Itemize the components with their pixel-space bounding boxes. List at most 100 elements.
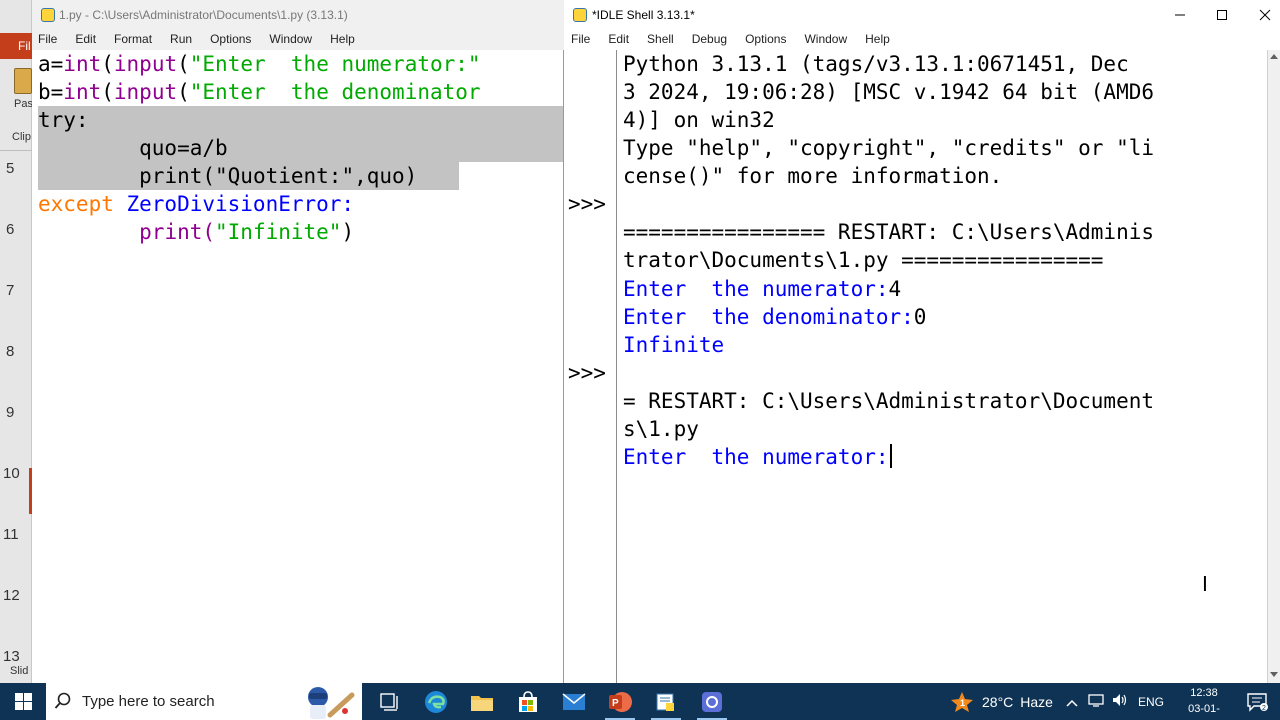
file-explorer-button[interactable]: [459, 683, 505, 720]
search-icon: [54, 692, 72, 714]
shell-line: Type "help", "copyright", "credits" or "…: [623, 136, 1155, 160]
menu-format[interactable]: Format: [114, 30, 152, 50]
editor-window: 1.py - C:\Users\Administrator\Documents\…: [32, 0, 564, 683]
code-line: quo=a/b: [38, 136, 228, 160]
mail-icon: [562, 692, 586, 710]
background-powerpoint-strip: Fil Pas Clip 5 6 7 8 9 10 11 12 13 Slid: [0, 0, 33, 683]
code-line: a=int(input("Enter the numerator:": [38, 52, 481, 76]
slide-number[interactable]: 10: [3, 465, 25, 482]
shell-line: 4)] on win32: [623, 108, 775, 132]
menu-edit[interactable]: Edit: [608, 30, 629, 50]
shell-output-line: Enter the denominator:0: [623, 305, 927, 329]
close-icon: [1259, 9, 1271, 21]
shell-prompt-gutter: >>> >>>: [565, 50, 617, 683]
scroll-up-icon[interactable]: [1270, 54, 1278, 59]
paste-icon[interactable]: [14, 68, 32, 94]
language-indicator[interactable]: ENG: [1138, 695, 1164, 709]
ribbon-divider: [0, 150, 32, 151]
edge-browser-button[interactable]: [413, 683, 459, 720]
slides-status-label: Slid: [10, 665, 29, 677]
taskbar: Type here to search P 1 28°C Haze ENG 12…: [0, 683, 1280, 720]
store-button[interactable]: [505, 683, 551, 720]
shell-output-area[interactable]: Python 3.13.1 (tags/v3.13.1:0671451, Dec…: [617, 50, 1267, 683]
menu-window[interactable]: Window: [269, 30, 312, 50]
clipboard-label: Clip: [12, 131, 31, 143]
shell-restart-line: s\1.py: [623, 417, 699, 441]
clock-time: 12:38: [1190, 687, 1218, 699]
slide-number[interactable]: 8: [6, 343, 28, 360]
shell-restart-line: = RESTART: C:\Users\Administrator\Docume…: [623, 389, 1155, 413]
slide-number[interactable]: 9: [6, 404, 28, 421]
python-idle-button[interactable]: [643, 683, 689, 720]
vertical-scrollbar[interactable]: [1267, 50, 1280, 683]
powerpoint-button[interactable]: P: [597, 683, 643, 720]
edge-icon: [425, 690, 447, 713]
slide-number[interactable]: 7: [6, 282, 28, 299]
menu-run[interactable]: Run: [170, 30, 192, 50]
system-tray: ENG: [1066, 683, 1164, 720]
weather-alert-icon: 1: [951, 691, 973, 712]
settings-app-button[interactable]: [689, 683, 735, 720]
python-idle-icon: [656, 693, 674, 711]
svg-text:2: 2: [1262, 705, 1266, 712]
menu-help[interactable]: Help: [865, 30, 890, 50]
cricket-player-icon: [300, 685, 356, 720]
weather-widget[interactable]: 1 28°C Haze: [950, 683, 1053, 720]
network-icon[interactable]: [1088, 692, 1104, 711]
shell-input-line[interactable]: Enter the numerator:: [623, 443, 892, 471]
search-placeholder: Type here to search: [82, 693, 215, 710]
menu-file[interactable]: File: [571, 30, 590, 50]
scroll-down-icon[interactable]: [1270, 672, 1278, 677]
weather-description: Haze: [1020, 693, 1053, 710]
slide-number[interactable]: 5: [6, 160, 28, 177]
svg-text:P: P: [612, 698, 619, 709]
menu-options[interactable]: Options: [210, 30, 251, 50]
shell-restart-line: trator\Documents\1.py ================: [623, 248, 1104, 272]
notification-icon: 2: [1247, 692, 1268, 712]
maximize-button[interactable]: [1200, 0, 1244, 30]
menu-window[interactable]: Window: [804, 30, 847, 50]
minimize-button[interactable]: [1158, 0, 1202, 30]
task-view-button[interactable]: [367, 683, 413, 720]
maximize-icon: [1217, 10, 1227, 20]
start-button[interactable]: [0, 683, 46, 720]
slide-number[interactable]: 12: [3, 587, 25, 604]
folder-icon: [471, 695, 493, 711]
close-button[interactable]: [1243, 0, 1280, 30]
powerpoint-icon: P: [609, 691, 632, 712]
taskbar-clock[interactable]: 12:38 03-01-2025: [1176, 685, 1232, 720]
code-line: b=int(input("Enter the denominator: [38, 80, 481, 104]
powerpoint-file-tab[interactable]: Fil: [0, 33, 32, 59]
slide-number[interactable]: 6: [6, 221, 28, 238]
shell-output-line: Infinite: [623, 333, 725, 357]
mail-button[interactable]: [551, 683, 597, 720]
menu-options[interactable]: Options: [745, 30, 786, 50]
menu-file[interactable]: File: [38, 30, 57, 50]
svg-text:1: 1: [960, 698, 965, 708]
editor-title: 1.py - C:\Users\Administrator\Documents\…: [59, 8, 348, 22]
editor-title-bar[interactable]: 1.py - C:\Users\Administrator\Documents\…: [32, 0, 564, 30]
menu-debug[interactable]: Debug: [692, 30, 727, 50]
menu-shell[interactable]: Shell: [647, 30, 674, 50]
paste-label: Pas: [14, 98, 33, 110]
shell-line: Python 3.13.1 (tags/v3.13.1:0671451, Dec: [623, 52, 1129, 76]
python-file-icon: [41, 8, 55, 22]
text-caret: [889, 444, 892, 468]
taskbar-search-box[interactable]: Type here to search: [46, 683, 362, 720]
menu-edit[interactable]: Edit: [75, 30, 96, 50]
task-view-icon: [380, 692, 398, 711]
shell-prompt: >>>: [568, 361, 606, 385]
volume-icon[interactable]: [1112, 692, 1128, 711]
shell-line: cense()" for more information.: [623, 164, 1003, 188]
shell-restart-line: ================ RESTART: C:\Users\Admin…: [623, 220, 1155, 244]
menu-help[interactable]: Help: [330, 30, 355, 50]
editor-code-area[interactable]: a=int(input("Enter the numerator:" b=int…: [32, 50, 563, 683]
code-line: print("Infinite"): [139, 220, 355, 244]
shell-line: 3 2024, 19:06:28) [MSC v.1942 64 bit (AM…: [623, 80, 1155, 104]
slide-number[interactable]: 13: [3, 648, 25, 665]
minimize-icon: [1175, 14, 1185, 16]
chevron-up-icon[interactable]: [1066, 692, 1078, 711]
shell-title-bar[interactable]: *IDLE Shell 3.13.1*: [565, 0, 1280, 30]
slide-number[interactable]: 11: [3, 526, 25, 543]
notifications-button[interactable]: 2: [1234, 683, 1280, 720]
